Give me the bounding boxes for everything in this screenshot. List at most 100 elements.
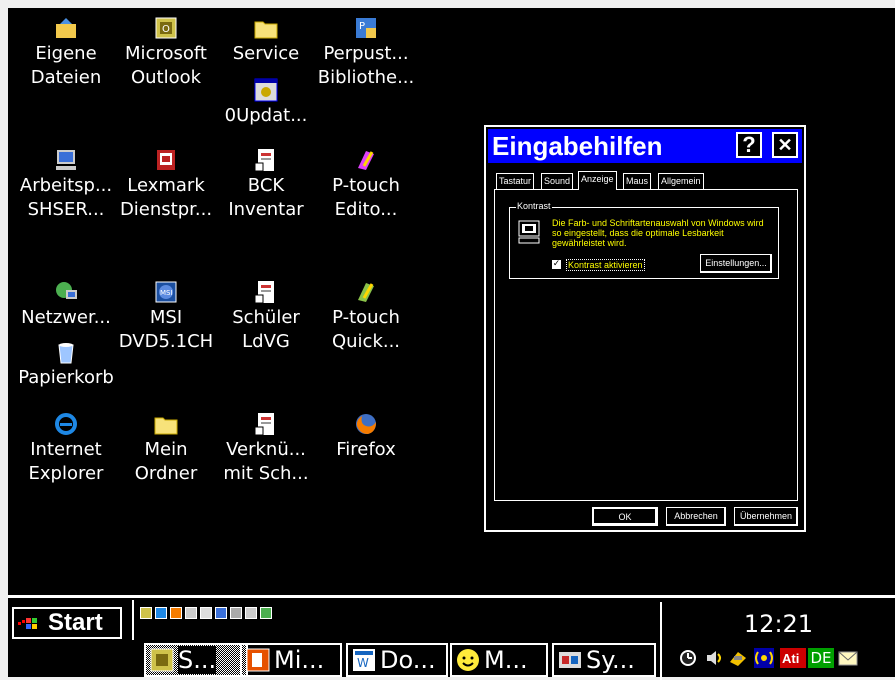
recycle-bin-icon	[58, 343, 74, 364]
desktop-icon-label: Microsoft Outlook	[125, 43, 207, 88]
document-shortcut-icon	[254, 281, 274, 304]
tab-allgemein[interactable]: Allgemein	[658, 173, 704, 189]
clock-icon[interactable]	[678, 648, 698, 668]
start-label: Start	[48, 609, 103, 636]
language-indicator[interactable]: DE	[808, 648, 834, 668]
contrast-checkbox-label[interactable]: Kontrast aktivieren	[566, 259, 645, 271]
ok-button[interactable]: OK	[592, 507, 658, 526]
accessibility-dialog: Eingabehilfen ? ✕ Tastatur Sound Anzeige…	[484, 125, 806, 532]
network-icon[interactable]	[728, 648, 748, 668]
quick-launch-computer-icon[interactable]	[215, 607, 227, 619]
desktop-icon-arbeitsplatz[interactable]: Arbeitsp... SHSER...	[16, 148, 116, 222]
taskbar-task-5[interactable]: Sy...	[552, 643, 656, 677]
cancel-button[interactable]: Abbrechen	[666, 507, 726, 526]
desktop-icon-bck-inventar[interactable]: BCK Inventar	[216, 148, 316, 222]
library-app-icon: P	[356, 18, 376, 38]
desktop-icon-ptouch-quick[interactable]: P-touch Quick...	[316, 280, 416, 354]
system-tray: 12:21 Ati DE	[660, 602, 895, 680]
desktop-icon-service[interactable]: Service	[216, 16, 316, 66]
desktop-icon-mein-ordner[interactable]: Mein Ordner	[116, 412, 216, 486]
quick-launch-internet-explorer-icon[interactable]	[155, 607, 167, 619]
taskbar-task-3[interactable]: W Do...	[346, 643, 448, 677]
quick-launch-app-icon[interactable]	[185, 607, 197, 619]
quick-launch-app-icon[interactable]	[200, 607, 212, 619]
desktop-icon-label: 0Updat...	[224, 105, 308, 126]
clock[interactable]: 12:21	[662, 610, 895, 638]
dialog-title: Eingabehilfen	[492, 131, 663, 161]
outlook-icon: O	[155, 17, 177, 39]
speaker-icon[interactable]	[704, 648, 724, 668]
desktop-icon-msi-dvd[interactable]: MSI MSI DVD5.1CH	[116, 280, 216, 354]
ptouch-icon	[358, 151, 374, 170]
desktop-icon-firefox[interactable]: Firefox	[316, 412, 416, 462]
ati-icon[interactable]: Ati	[780, 648, 806, 668]
folder-icon	[254, 21, 278, 39]
my-documents-icon	[56, 18, 76, 38]
desktop-icon-label: Verknü... mit Sch...	[223, 439, 309, 484]
start-button[interactable]: Start	[12, 607, 122, 639]
word-icon: W	[353, 649, 375, 671]
outlook-icon	[150, 648, 174, 672]
help-button[interactable]: ?	[736, 132, 762, 158]
lexmark-icon	[157, 150, 175, 170]
contrast-checkbox[interactable]: ✓	[552, 260, 561, 269]
desktop-icon-label: Eigene Dateien	[30, 43, 102, 88]
desktop-icon-ptouch-editor[interactable]: P-touch Edito...	[316, 148, 416, 222]
powerpoint-icon	[246, 648, 270, 672]
contrast-group: Kontrast Die Farb- und Schriftartenauswa…	[509, 201, 779, 279]
desktop-icon-schueler-ldvg[interactable]: Schüler LdVG	[216, 280, 316, 354]
taskbar-task-label: M...	[484, 646, 528, 674]
taskbar-task-label: Sy...	[586, 646, 635, 674]
taskbar-task-4[interactable]: M...	[450, 643, 548, 677]
desktop-icon-label: Netzwer...	[21, 307, 111, 328]
taskbar-task-label: Mi...	[274, 646, 325, 674]
desktop-icon-eigene-dateien[interactable]: Eigene Dateien	[16, 16, 116, 90]
internet-explorer-icon	[55, 413, 77, 435]
desktop-icon-papierkorb[interactable]: Papierkorb	[16, 340, 116, 390]
desktop-icon-internet-explorer[interactable]: Internet Explorer	[16, 412, 116, 486]
desktop-icon-netzwerk[interactable]: Netzwer...	[16, 280, 116, 330]
wireless-icon[interactable]	[754, 648, 774, 668]
msi-icon: MSI	[155, 281, 177, 303]
taskbar-separator	[132, 600, 137, 640]
desktop-icon-label: Service	[232, 43, 300, 64]
tab-anzeige[interactable]: Anzeige	[578, 171, 617, 190]
tab-sound[interactable]: Sound	[541, 173, 574, 189]
desktop-icon-perpustakaan[interactable]: P Perpust... Bibliothe...	[316, 16, 416, 90]
tab-panel: Kontrast Die Farb- und Schriftartenauswa…	[494, 189, 798, 501]
svg-text:Ati: Ati	[782, 651, 799, 666]
desktop-icon-label: Internet Explorer	[28, 439, 104, 484]
my-computer-icon	[56, 150, 76, 170]
windows-logo-icon	[18, 618, 37, 629]
group-description: Die Farb- und Schriftartenauswahl von Wi…	[552, 218, 764, 248]
desktop-icon-label: Perpust... Bibliothe...	[317, 43, 415, 88]
firefox-icon	[356, 414, 376, 434]
desktop: Eigene Dateien O Microsoft Outlook Service P…	[8, 8, 895, 595]
desktop-icon-verknuepfung[interactable]: Verknü... mit Sch...	[216, 412, 316, 486]
quick-launch-app-icon[interactable]	[245, 607, 257, 619]
taskbar-task-1[interactable]: S...	[144, 643, 248, 677]
quick-launch-firefox-icon[interactable]	[170, 607, 182, 619]
svg-text:P: P	[359, 21, 365, 32]
settings-button[interactable]: Einstellungen...	[700, 254, 772, 273]
quick-launch-network-icon[interactable]	[260, 607, 272, 619]
desktop-icon-microsoft-outlook[interactable]: O Microsoft Outlook	[116, 16, 216, 90]
network-icon	[56, 282, 77, 299]
taskbar-task-label: Do...	[380, 646, 436, 674]
desktop-icon-label: MSI DVD5.1CH	[118, 307, 214, 352]
tab-maus[interactable]: Maus	[623, 173, 652, 189]
taskbar-task-2[interactable]: Mi...	[240, 643, 342, 677]
desktop-icon-lexmark[interactable]: Lexmark Dienstpr...	[116, 148, 216, 222]
folder-icon	[154, 417, 178, 435]
apply-button[interactable]: Übernehmen	[734, 507, 798, 526]
tab-tastatur[interactable]: Tastatur	[496, 173, 535, 189]
messenger-smiley-icon	[457, 649, 479, 671]
mail-icon[interactable]	[838, 648, 858, 668]
quick-launch-app-icon[interactable]	[230, 607, 242, 619]
desktop-icon-label: Lexmark Dienstpr...	[119, 175, 213, 220]
close-button[interactable]: ✕	[772, 132, 798, 158]
quick-launch-outlook-icon[interactable]	[140, 607, 152, 619]
desktop-icon-label: P-touch Quick...	[331, 307, 401, 352]
desktop-icon-0updat[interactable]: 0Updat...	[216, 78, 316, 128]
desktop-icon-label: Papierkorb	[18, 367, 114, 388]
